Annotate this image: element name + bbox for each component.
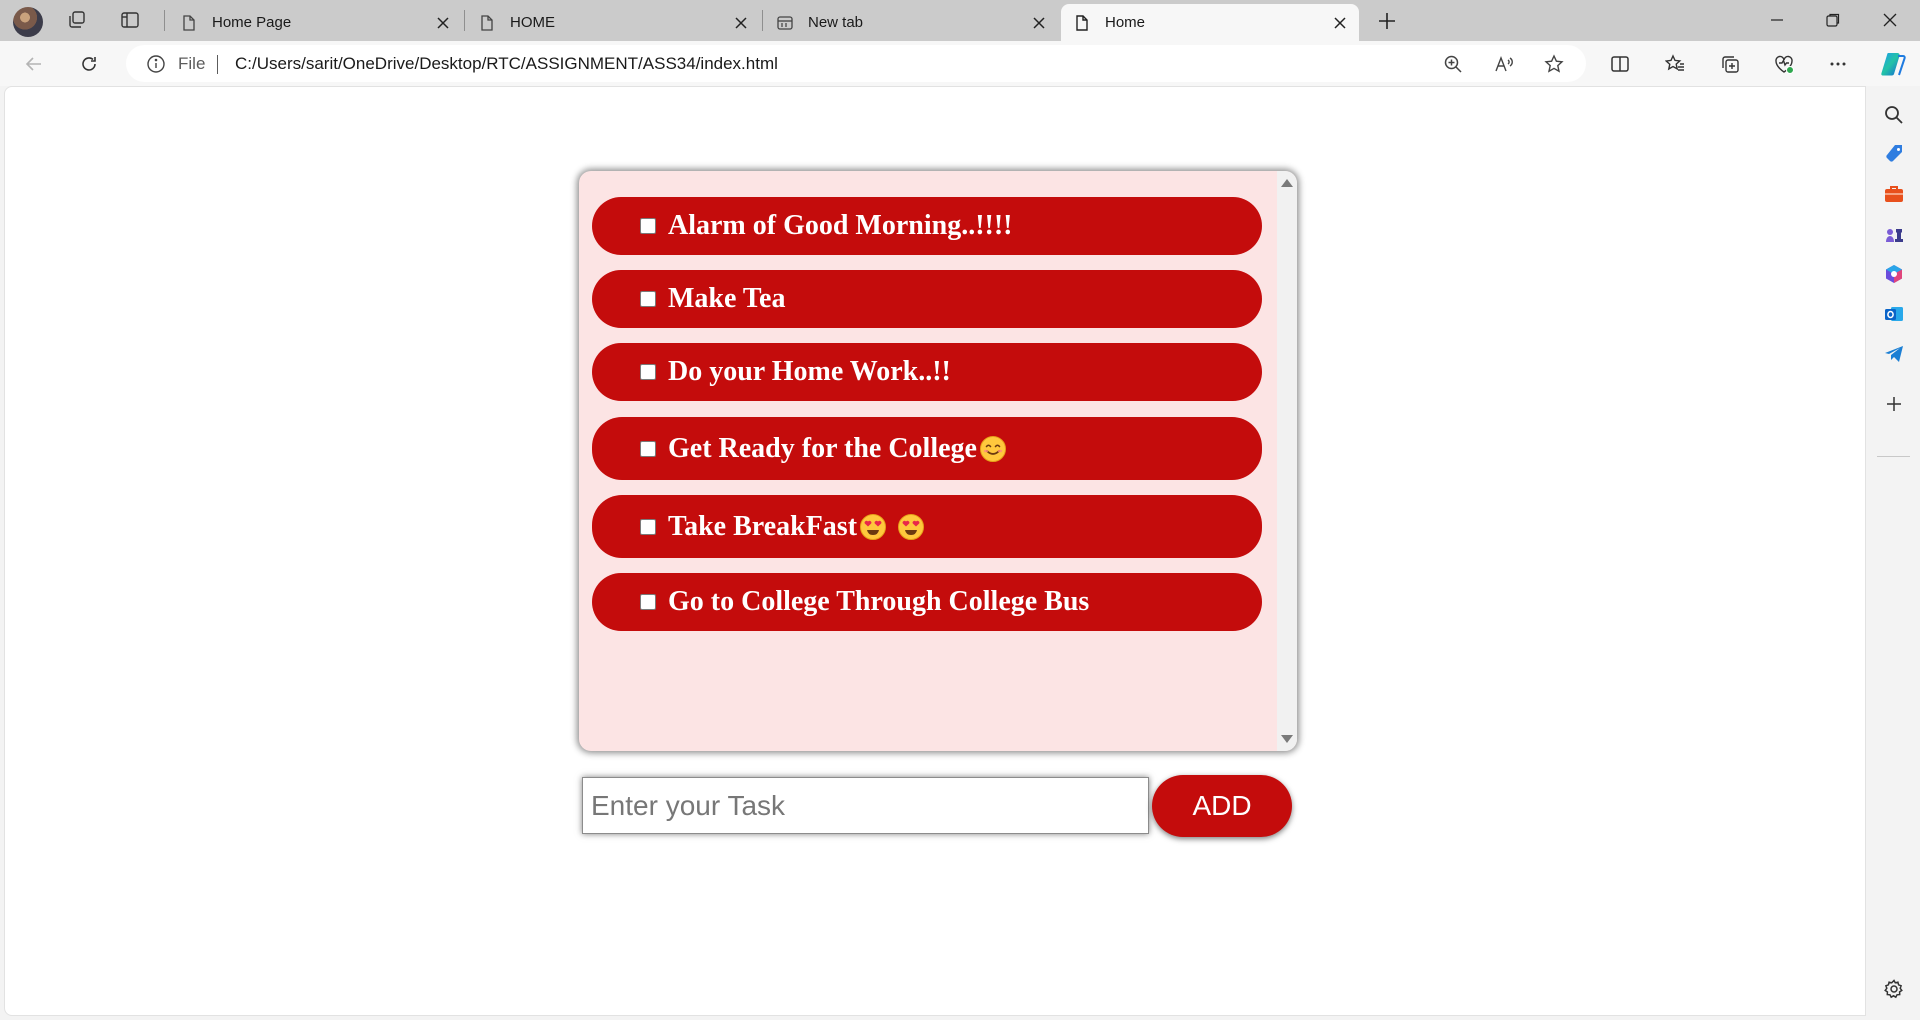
task-checkbox[interactable]	[640, 364, 656, 380]
close-icon[interactable]	[1030, 14, 1048, 32]
scroll-up-arrow-icon[interactable]	[1281, 179, 1293, 187]
add-plus-icon[interactable]	[1882, 392, 1906, 416]
workspaces-icon[interactable]	[62, 5, 92, 35]
task-item[interactable]: Alarm of Good Morning..!!!!	[592, 197, 1262, 255]
copilot-icon[interactable]	[1877, 48, 1909, 80]
send-telegram-icon[interactable]	[1882, 342, 1906, 366]
address-divider	[217, 55, 218, 74]
task-checkbox[interactable]	[640, 291, 656, 307]
smiling-face-emoji	[979, 435, 1006, 462]
task-label: Do your Home Work..!!	[668, 356, 951, 387]
tab-home[interactable]: HOME	[466, 4, 760, 41]
task-checkbox[interactable]	[640, 518, 656, 535]
task-item[interactable]: Go to College Through College Bus	[592, 573, 1262, 631]
page-icon	[481, 14, 493, 31]
task-item[interactable]: Make Tea	[592, 270, 1262, 328]
add-task-button[interactable]: ADD	[1152, 775, 1292, 837]
favorite-star-icon[interactable]	[1539, 49, 1569, 79]
collections-icon[interactable]	[1714, 48, 1746, 80]
tab-new-tab[interactable]: New tab	[764, 4, 1058, 41]
task-checkbox[interactable]	[640, 218, 656, 234]
profile-avatar[interactable]	[13, 7, 43, 37]
tab-separator	[464, 10, 465, 31]
restore-icon[interactable]	[1806, 0, 1860, 40]
favorites-icon[interactable]	[1659, 48, 1691, 80]
task-label: Make Tea	[668, 283, 786, 314]
minimize-icon[interactable]	[1750, 0, 1804, 40]
url-text[interactable]: C:/Users/sarit/OneDrive/Desktop/RTC/ASSI…	[235, 54, 778, 74]
tab-label: HOME	[510, 14, 555, 31]
back-arrow-icon[interactable]	[18, 48, 50, 80]
heart-eyes-emoji	[898, 513, 925, 540]
settings-gear-icon[interactable]	[1882, 977, 1906, 1001]
close-icon[interactable]	[434, 14, 452, 32]
split-screen-icon[interactable]	[1604, 48, 1636, 80]
task-label: Alarm of Good Morning..!!!!	[668, 210, 1013, 241]
page-icon	[183, 14, 195, 31]
tab-actions-icon[interactable]	[115, 5, 145, 35]
tab-home-active[interactable]: Home	[1061, 4, 1359, 41]
tab-strip: Home Page HOME New tab Home	[0, 0, 1920, 41]
address-bar[interactable]: File C:/Users/sarit/OneDrive/Desktop/RTC…	[126, 45, 1586, 82]
close-icon[interactable]	[732, 14, 750, 32]
browser-toolbar: File C:/Users/sarit/OneDrive/Desktop/RTC…	[0, 41, 1920, 86]
browser-essentials-icon[interactable]	[1768, 48, 1800, 80]
task-item[interactable]: Do your Home Work..!!	[592, 343, 1262, 401]
list-scrollbar[interactable]	[1277, 171, 1297, 751]
tab-separator	[164, 10, 165, 31]
shopping-tag-icon[interactable]	[1882, 142, 1906, 166]
task-item[interactable]: Take BreakFast	[592, 495, 1262, 558]
task-label: Get Ready for the College	[668, 433, 1007, 465]
read-aloud-icon[interactable]	[1489, 49, 1519, 79]
zoom-icon[interactable]	[1438, 49, 1468, 79]
tab-separator	[762, 10, 763, 31]
more-options-icon[interactable]	[1822, 48, 1854, 80]
tools-briefcase-icon[interactable]	[1882, 182, 1906, 206]
scheme-label: File	[178, 54, 206, 73]
task-checkbox[interactable]	[640, 594, 656, 610]
edge-sidebar	[1866, 86, 1920, 1020]
refresh-icon[interactable]	[73, 48, 105, 80]
tab-home-page[interactable]: Home Page	[168, 4, 462, 41]
tab-label: Home	[1105, 14, 1146, 31]
tab-label: Home Page	[212, 14, 292, 31]
outlook-icon[interactable]	[1882, 302, 1906, 326]
task-input[interactable]	[582, 777, 1149, 834]
close-window-icon[interactable]	[1863, 0, 1917, 40]
task-label: Go to College Through College Bus	[668, 586, 1090, 617]
microsoft-365-icon[interactable]	[1882, 262, 1906, 286]
sidebar-divider	[1877, 456, 1910, 457]
new-tab-plus-icon[interactable]	[1372, 6, 1402, 36]
scroll-down-arrow-icon[interactable]	[1281, 735, 1293, 743]
heart-eyes-emoji	[860, 513, 887, 540]
page-icon	[1076, 14, 1088, 31]
tab-label: New tab	[808, 14, 864, 31]
task-item[interactable]: Get Ready for the College	[592, 417, 1262, 480]
close-icon[interactable]	[1331, 14, 1349, 32]
search-icon[interactable]	[1882, 103, 1906, 127]
task-list-container[interactable]: Alarm of Good Morning..!!!! Make Tea Do …	[579, 171, 1297, 751]
new-tab-page-icon	[777, 15, 793, 30]
task-label: Take BreakFast	[668, 511, 925, 543]
page-viewport: Alarm of Good Morning..!!!! Make Tea Do …	[4, 86, 1866, 1016]
info-icon[interactable]	[146, 54, 166, 74]
games-chess-icon[interactable]	[1882, 222, 1906, 246]
task-checkbox[interactable]	[640, 440, 656, 457]
